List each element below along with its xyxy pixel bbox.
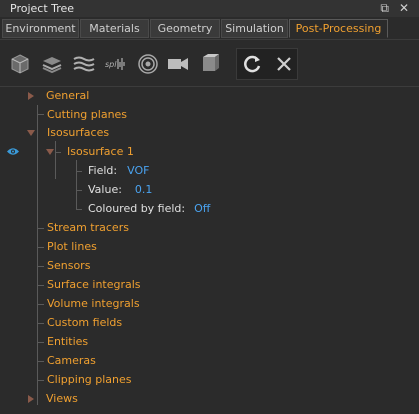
streamlines-icon[interactable] bbox=[72, 52, 96, 76]
property-value[interactable]: 0.1 bbox=[135, 183, 153, 196]
expand-arrow-icon[interactable] bbox=[28, 394, 34, 403]
collapse-arrow-icon[interactable] bbox=[46, 148, 54, 155]
toolbar: spl bbox=[0, 39, 419, 87]
tree-item-label: Isosurface 1 bbox=[67, 145, 134, 158]
svg-text:spl: spl bbox=[105, 60, 117, 69]
tree-item-cutting-planes[interactable]: Cutting planes bbox=[47, 105, 127, 124]
tree-guide bbox=[37, 380, 44, 381]
tree-item-label: Stream tracers bbox=[47, 221, 129, 234]
tree-item-entities[interactable]: Entities bbox=[47, 332, 88, 351]
tree-guide bbox=[37, 323, 44, 324]
tree-item-clipping-planes[interactable]: Clipping planes bbox=[47, 370, 132, 389]
spline-icon[interactable]: spl bbox=[104, 52, 128, 76]
expand-arrow-icon[interactable] bbox=[28, 91, 34, 100]
tree-item-label: Entities bbox=[47, 335, 89, 348]
close-icon[interactable]: ✕ bbox=[399, 2, 409, 14]
tab-post-processing[interactable]: Post-Processing bbox=[289, 19, 388, 38]
tab-bar: Environment Materials Geometry Simulatio… bbox=[0, 19, 419, 38]
tree-item-views[interactable]: Views bbox=[28, 389, 78, 408]
tree-item-label: Custom fields bbox=[47, 316, 123, 329]
tree-item-cameras[interactable]: Cameras bbox=[47, 351, 96, 370]
tab-geometry[interactable]: Geometry bbox=[150, 19, 220, 38]
tree-item-isosurface-1[interactable]: Isosurface 1 bbox=[46, 142, 134, 161]
panel-title-bar: Project Tree ⧉ ✕ bbox=[0, 0, 419, 17]
collapse-arrow-icon[interactable] bbox=[27, 129, 35, 136]
camera-icon[interactable] bbox=[166, 52, 190, 76]
rings-icon[interactable] bbox=[136, 52, 160, 76]
tab-simulation[interactable]: Simulation bbox=[221, 19, 288, 38]
tree-guide-root bbox=[37, 105, 38, 405]
clear-icon[interactable] bbox=[272, 52, 296, 76]
tree-item-label: Clipping planes bbox=[47, 373, 132, 386]
cube-icon[interactable] bbox=[8, 52, 32, 76]
property-label: Coloured by field: bbox=[88, 202, 186, 215]
layers-icon[interactable] bbox=[40, 52, 64, 76]
tree-item-label: Cameras bbox=[47, 354, 96, 367]
tree-item-custom-fields[interactable]: Custom fields bbox=[47, 313, 122, 332]
tree-guide bbox=[37, 285, 44, 286]
tree-item-label: General bbox=[46, 89, 90, 102]
tree-item-label: Isosurfaces bbox=[47, 126, 110, 139]
tab-materials[interactable]: Materials bbox=[80, 19, 149, 38]
property-label: Field: bbox=[88, 164, 118, 177]
property-coloured-by-field[interactable]: Coloured by field: Off bbox=[88, 199, 210, 218]
tree-guide bbox=[37, 361, 44, 362]
box-icon[interactable] bbox=[197, 52, 221, 76]
tree-item-isosurfaces[interactable]: Isosurfaces bbox=[27, 123, 109, 142]
tree-item-general[interactable]: General bbox=[28, 86, 89, 105]
tree-guide bbox=[37, 304, 44, 305]
tree-guide bbox=[76, 209, 82, 210]
tree-guide bbox=[37, 266, 44, 267]
restore-window-icon[interactable]: ⧉ bbox=[380, 2, 389, 14]
tree-item-label: Volume integrals bbox=[47, 297, 140, 310]
property-value-row[interactable]: Value: 0.1 bbox=[88, 180, 152, 199]
tab-environment[interactable]: Environment bbox=[2, 19, 79, 38]
property-value[interactable]: VOF bbox=[127, 164, 149, 177]
tree-item-plot-lines[interactable]: Plot lines bbox=[47, 237, 97, 256]
tree-item-label: Surface integrals bbox=[47, 278, 141, 291]
tree-guide bbox=[37, 247, 44, 248]
tree-guide bbox=[37, 228, 44, 229]
property-value[interactable]: Off bbox=[194, 202, 210, 215]
tree-guide bbox=[76, 171, 82, 172]
tree-guide bbox=[37, 114, 44, 115]
eye-icon[interactable] bbox=[7, 142, 19, 161]
tree-item-sensors[interactable]: Sensors bbox=[47, 256, 90, 275]
tree-item-stream-tracers[interactable]: Stream tracers bbox=[47, 218, 129, 237]
tree-item-surface-integrals[interactable]: Surface integrals bbox=[47, 275, 141, 294]
tree-item-label: Cutting planes bbox=[47, 108, 128, 121]
tree-item-label: Sensors bbox=[47, 259, 91, 272]
tree-item-label: Plot lines bbox=[47, 240, 97, 253]
property-field[interactable]: Field: VOF bbox=[88, 161, 149, 180]
refresh-icon[interactable] bbox=[240, 52, 264, 76]
tree-item-volume-integrals[interactable]: Volume integrals bbox=[47, 294, 140, 313]
tree-guide bbox=[37, 342, 44, 343]
property-label: Value: bbox=[88, 183, 122, 196]
panel-title: Project Tree bbox=[10, 2, 75, 15]
tree-item-label: Views bbox=[46, 392, 78, 405]
tree-guide-isosurface-1 bbox=[76, 160, 77, 209]
tree-guide bbox=[76, 190, 82, 191]
